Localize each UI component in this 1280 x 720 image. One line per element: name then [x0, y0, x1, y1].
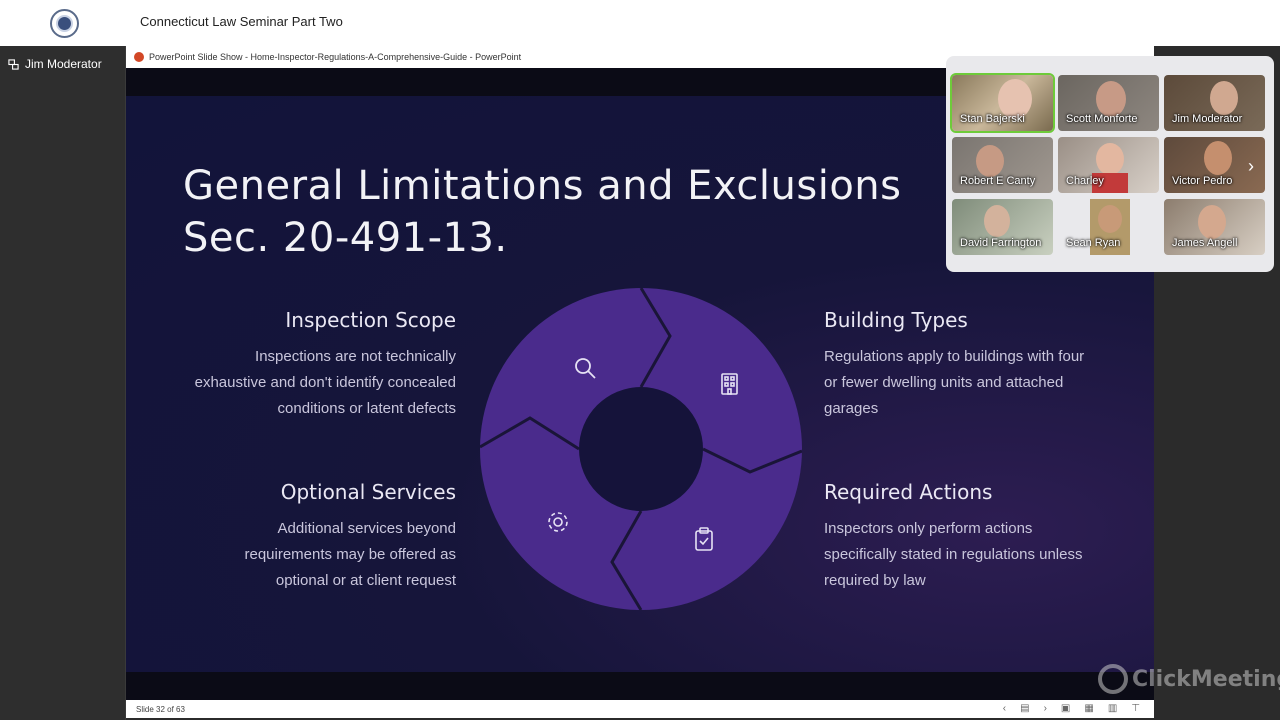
participant-video-grid: Stan Bajerski Scott Monforte Jim Moderat… — [946, 56, 1274, 272]
organization-logo — [50, 9, 79, 38]
left-sidebar: Jim Moderator — [0, 46, 126, 720]
block-title: Building Types — [824, 308, 968, 332]
block-title: Required Actions — [824, 480, 993, 504]
block-title: Optional Services — [280, 480, 456, 504]
participant-name: Jim Moderator — [1172, 113, 1243, 125]
block-text: Additional services beyond requirements … — [244, 520, 456, 589]
participant-tile[interactable]: Scott Monforte — [1058, 75, 1159, 131]
optional-services-block: Optional Services Additional services be… — [176, 480, 456, 594]
presenter-icon — [8, 58, 19, 70]
participant-tile[interactable]: Stan Bajerski — [950, 73, 1055, 133]
participant-name: Scott Monforte — [1066, 113, 1138, 125]
block-text: Inspections are not technically exhausti… — [194, 348, 456, 417]
participant-name: Stan Bajerski — [960, 113, 1025, 125]
slideshow-status-bar: Slide 32 of 63 ‹ ▤ › ▣ ▦ ▥ ⊤ — [126, 700, 1154, 718]
participant-tile[interactable]: Robert E Canty — [952, 137, 1053, 193]
participant-tile[interactable]: Sean Ryan — [1058, 199, 1159, 255]
normal-view-icon[interactable]: ▣ — [1061, 703, 1070, 714]
slide-heading-line2: Sec. 20-491-13. — [183, 215, 508, 261]
required-actions-block: Required Actions Inspectors only perform… — [824, 480, 1124, 594]
reading-view-icon[interactable]: ▥ — [1108, 703, 1117, 714]
previous-slide-icon[interactable]: ‹ — [1003, 703, 1006, 714]
participant-tile[interactable]: James Angell — [1164, 199, 1265, 255]
participant-tile[interactable]: Charley — [1058, 137, 1159, 193]
participant-name: Sean Ryan — [1066, 237, 1121, 249]
inspection-scope-block: Inspection Scope Inspections are not tec… — [176, 308, 456, 422]
participant-name: David Farrington — [960, 237, 1042, 249]
building-types-block: Building Types Regulations apply to buil… — [824, 308, 1124, 422]
slide-heading: General Limitations and Exclusions Sec. … — [183, 160, 901, 264]
slide-heading-line1: General Limitations and Exclusions — [183, 163, 902, 209]
event-title: Connecticut Law Seminar Part Two — [140, 14, 343, 29]
participant-name: Robert E Canty — [960, 175, 1036, 187]
block-text: Regulations apply to buildings with four… — [824, 348, 1085, 417]
participant-name: James Angell — [1172, 237, 1238, 249]
participant-name: Charley — [1066, 175, 1104, 187]
watermark-logo-icon — [1098, 664, 1128, 694]
notes-icon[interactable]: ▤ — [1020, 703, 1029, 714]
participant-tile[interactable]: David Farrington — [952, 199, 1053, 255]
participant-name: Victor Pedro — [1172, 175, 1233, 187]
participant-tile[interactable]: Jim Moderator — [1164, 75, 1265, 131]
slideshow-icon[interactable]: ⊤ — [1131, 703, 1140, 714]
next-page-arrow-icon[interactable]: › — [1248, 156, 1254, 177]
next-slide-icon[interactable]: › — [1044, 703, 1047, 714]
cycle-diagram — [479, 287, 803, 611]
slide-counter: Slide 32 of 63 — [136, 704, 185, 714]
powerpoint-window-title: PowerPoint Slide Show - Home-Inspector-R… — [149, 52, 522, 62]
presenter-name: Jim Moderator — [25, 57, 102, 71]
block-text: Inspectors only perform actions specific… — [824, 520, 1083, 589]
presenter-label[interactable]: Jim Moderator — [8, 57, 102, 71]
watermark-text: ClickMeeting — [1132, 666, 1280, 692]
cycle-hole — [579, 387, 703, 511]
block-title: Inspection Scope — [285, 308, 456, 332]
top-bar: Connecticut Law Seminar Part Two — [0, 0, 1280, 46]
slide-sorter-icon[interactable]: ▦ — [1084, 703, 1093, 714]
clickmeeting-watermark: ClickMeeting — [1098, 664, 1280, 694]
powerpoint-icon — [134, 52, 144, 62]
